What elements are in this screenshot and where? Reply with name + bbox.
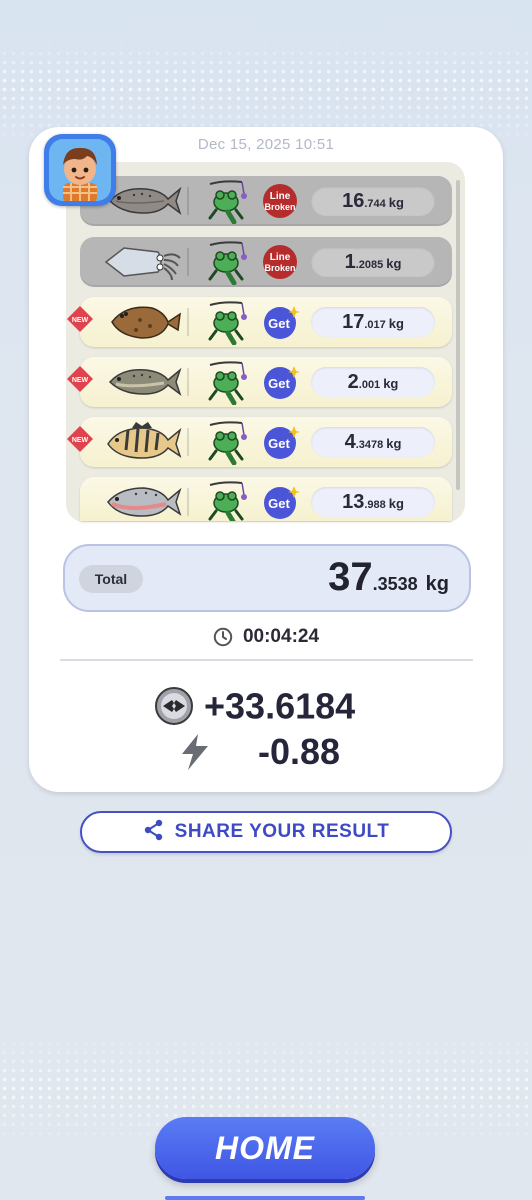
svg-text:Get: Get: [268, 436, 290, 451]
new-badge: NEW: [67, 366, 93, 392]
coin-reward-value: +33.6184: [204, 685, 356, 727]
squid-icon: [104, 247, 181, 281]
catch-weight: 2.001 kg: [311, 367, 435, 397]
catch-row[interactable]: Get 13.988 kg: [80, 477, 452, 521]
svg-text:Broken: Broken: [264, 263, 295, 273]
bottom-tab-indicator: [165, 1196, 365, 1200]
catch-row[interactable]: NEW Get 4.3478 kg: [67, 417, 452, 467]
frog-rod-icon: [208, 481, 247, 521]
clock-icon: [213, 627, 233, 647]
weight-decimal: .2085: [355, 259, 384, 271]
catch-weight: 17.017 kg: [311, 307, 435, 337]
share-result-button[interactable]: SHARE YOUR RESULT: [80, 811, 452, 853]
row-divider: [187, 428, 189, 456]
weight-unit: kg: [388, 195, 404, 210]
coin-reward: +33.6184: [154, 683, 355, 727]
frog-rod-icon: [208, 421, 247, 465]
weight-decimal: .744: [364, 198, 386, 210]
svg-text:Line: Line: [270, 191, 291, 202]
catch-row[interactable]: NEW Get 2.001 kg: [67, 357, 452, 407]
weight-integer: 13: [342, 491, 365, 513]
row-divider: [187, 248, 189, 276]
share-icon: [144, 819, 162, 841]
weight-unit: kg: [383, 376, 399, 391]
svg-text:NEW: NEW: [72, 377, 89, 384]
elapsed-time: 00:04:24: [0, 626, 532, 648]
total-decimal: .3538: [372, 574, 418, 594]
total-unit: kg: [425, 573, 449, 595]
get-badge-icon: Get: [264, 306, 300, 339]
energy-change: -0.88: [178, 729, 340, 773]
new-badge: NEW: [67, 426, 93, 452]
row-divider: [187, 488, 189, 516]
line-broken-badge-icon: Line Broken: [263, 245, 297, 279]
catch-list-scrollbar[interactable]: [456, 180, 460, 490]
frog-rod-icon: [208, 241, 247, 285]
total-weight: 37.3538 kg: [328, 555, 449, 600]
catch-row[interactable]: Line Broken 1.2085 kg: [80, 237, 452, 287]
salmon-fish-icon: [107, 487, 182, 517]
weight-integer: 1: [344, 251, 356, 273]
catch-weight: 13.988 kg: [311, 487, 435, 517]
weight-unit: kg: [386, 436, 402, 451]
line-broken-badge-icon: Line Broken: [263, 184, 297, 218]
row-divider: [187, 368, 189, 396]
frog-rod-icon: [208, 361, 247, 405]
svg-text:Broken: Broken: [264, 202, 295, 212]
divider-line: [60, 659, 473, 661]
total-weight-box: Total 37.3538 kg: [63, 544, 471, 612]
catch-weight: 16.744 kg: [311, 186, 435, 216]
weight-integer: 2: [347, 371, 359, 393]
weight-unit: kg: [386, 256, 402, 271]
get-badge-icon: Get: [264, 426, 300, 459]
home-button[interactable]: HOME: [155, 1117, 375, 1179]
catch-weight: 1.2085 kg: [311, 247, 435, 277]
weight-integer: 16: [342, 190, 365, 212]
energy-change-value: -0.88: [258, 731, 341, 773]
frog-rod-icon: [208, 301, 247, 345]
weight-decimal: .3478: [355, 439, 384, 451]
weight-unit: kg: [388, 496, 404, 511]
get-badge-icon: Get: [264, 366, 300, 399]
weight-decimal: .988: [364, 499, 386, 511]
row-divider: [187, 308, 189, 336]
svg-text:Get: Get: [268, 316, 290, 331]
svg-text:Get: Get: [268, 376, 290, 391]
player-avatar[interactable]: [44, 134, 116, 206]
elapsed-time-value: 00:04:24: [242, 626, 320, 647]
get-badge-icon: Get: [264, 486, 300, 519]
trout-fish-icon: [108, 367, 182, 397]
catch-weight: 4.3478 kg: [311, 427, 435, 457]
weight-unit: kg: [388, 316, 404, 331]
flounder-fish-icon: [111, 306, 181, 339]
svg-text:Get: Get: [268, 496, 290, 511]
svg-text:Line: Line: [270, 252, 291, 263]
weight-decimal: .017: [364, 319, 386, 331]
weight-decimal: .001: [358, 379, 381, 391]
coin-token-icon: [155, 687, 193, 726]
total-label: Total: [79, 565, 143, 593]
weight-integer: 17: [342, 311, 365, 333]
new-badge: NEW: [67, 306, 93, 332]
frog-rod-icon: [208, 180, 247, 224]
row-divider: [187, 187, 189, 215]
weight-integer: 4: [344, 431, 356, 453]
bass-fish-icon: [107, 422, 182, 459]
villager-face-icon: [49, 139, 111, 201]
catch-row[interactable]: NEW Get 17.017 kg: [67, 297, 452, 347]
share-button-label: SHARE YOUR RESULT: [174, 821, 390, 842]
total-integer: 37: [328, 555, 373, 599]
catch-row[interactable]: Line Broken 16.744 kg: [80, 176, 452, 226]
lightning-icon: [182, 734, 208, 771]
svg-text:NEW: NEW: [72, 317, 89, 324]
svg-text:NEW: NEW: [72, 437, 89, 444]
